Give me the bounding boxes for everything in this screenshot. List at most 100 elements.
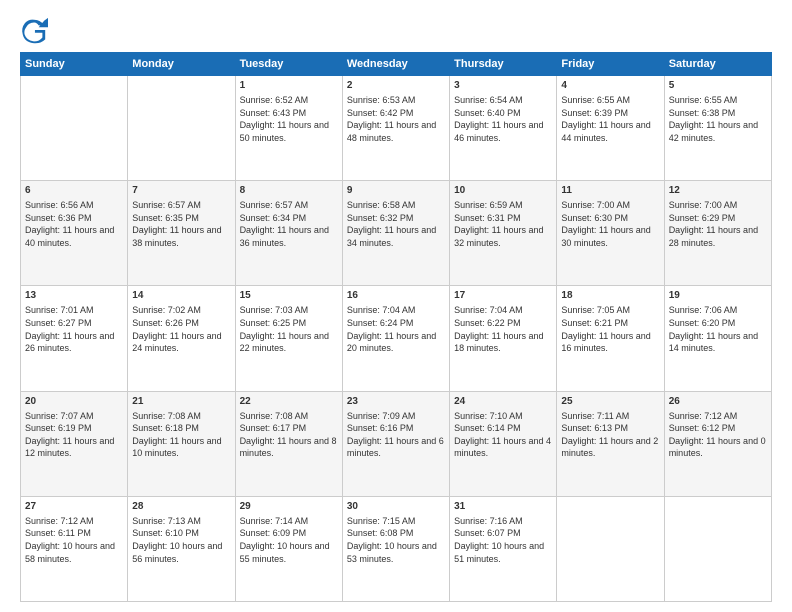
day-number: 18 (561, 289, 659, 303)
day-info: Sunset: 6:36 PM (25, 212, 123, 225)
day-info: Sunrise: 6:55 AM (561, 94, 659, 107)
day-info: Sunset: 6:39 PM (561, 107, 659, 120)
day-number: 30 (347, 500, 445, 514)
day-info: Sunrise: 6:57 AM (240, 199, 338, 212)
day-info: Daylight: 11 hours and 46 minutes. (454, 119, 552, 144)
calendar-cell: 4Sunrise: 6:55 AMSunset: 6:39 PMDaylight… (557, 76, 664, 181)
day-info: Sunrise: 6:54 AM (454, 94, 552, 107)
day-number: 13 (25, 289, 123, 303)
calendar-week-row: 20Sunrise: 7:07 AMSunset: 6:19 PMDayligh… (21, 391, 772, 496)
calendar-cell (664, 496, 771, 601)
day-info: Sunrise: 7:14 AM (240, 515, 338, 528)
day-info: Sunset: 6:43 PM (240, 107, 338, 120)
header (20, 16, 772, 44)
day-info: Daylight: 11 hours and 12 minutes. (25, 435, 123, 460)
day-number: 8 (240, 184, 338, 198)
day-info: Sunrise: 7:13 AM (132, 515, 230, 528)
day-info: Sunrise: 7:11 AM (561, 410, 659, 423)
day-number: 28 (132, 500, 230, 514)
day-number: 17 (454, 289, 552, 303)
calendar-week-row: 13Sunrise: 7:01 AMSunset: 6:27 PMDayligh… (21, 286, 772, 391)
day-info: Sunset: 6:42 PM (347, 107, 445, 120)
day-info: Daylight: 11 hours and 44 minutes. (561, 119, 659, 144)
day-info: Sunset: 6:29 PM (669, 212, 767, 225)
calendar-cell: 8Sunrise: 6:57 AMSunset: 6:34 PMDaylight… (235, 181, 342, 286)
day-number: 6 (25, 184, 123, 198)
calendar-cell: 2Sunrise: 6:53 AMSunset: 6:42 PMDaylight… (342, 76, 449, 181)
day-number: 31 (454, 500, 552, 514)
day-info: Sunrise: 7:02 AM (132, 304, 230, 317)
day-info: Sunrise: 7:12 AM (25, 515, 123, 528)
day-number: 15 (240, 289, 338, 303)
day-number: 3 (454, 79, 552, 93)
calendar-cell: 30Sunrise: 7:15 AMSunset: 6:08 PMDayligh… (342, 496, 449, 601)
day-info: Sunset: 6:25 PM (240, 317, 338, 330)
day-info: Sunset: 6:07 PM (454, 527, 552, 540)
calendar-cell: 16Sunrise: 7:04 AMSunset: 6:24 PMDayligh… (342, 286, 449, 391)
day-info: Sunset: 6:22 PM (454, 317, 552, 330)
day-info: Daylight: 11 hours and 16 minutes. (561, 330, 659, 355)
day-info: Daylight: 11 hours and 2 minutes. (561, 435, 659, 460)
day-info: Sunset: 6:31 PM (454, 212, 552, 225)
day-info: Sunrise: 7:00 AM (561, 199, 659, 212)
day-info: Sunrise: 7:04 AM (347, 304, 445, 317)
day-info: Sunrise: 7:10 AM (454, 410, 552, 423)
day-number: 1 (240, 79, 338, 93)
day-number: 5 (669, 79, 767, 93)
day-info: Sunset: 6:17 PM (240, 422, 338, 435)
day-info: Sunrise: 6:56 AM (25, 199, 123, 212)
calendar-cell (21, 76, 128, 181)
day-info: Daylight: 10 hours and 53 minutes. (347, 540, 445, 565)
day-info: Daylight: 11 hours and 50 minutes. (240, 119, 338, 144)
day-info: Daylight: 11 hours and 30 minutes. (561, 224, 659, 249)
day-number: 12 (669, 184, 767, 198)
calendar-cell: 26Sunrise: 7:12 AMSunset: 6:12 PMDayligh… (664, 391, 771, 496)
day-info: Sunrise: 7:12 AM (669, 410, 767, 423)
day-info: Sunset: 6:19 PM (25, 422, 123, 435)
calendar-cell: 20Sunrise: 7:07 AMSunset: 6:19 PMDayligh… (21, 391, 128, 496)
day-number: 21 (132, 395, 230, 409)
weekday-header-monday: Monday (128, 53, 235, 76)
day-info: Sunset: 6:12 PM (669, 422, 767, 435)
day-info: Daylight: 10 hours and 55 minutes. (240, 540, 338, 565)
weekday-header-saturday: Saturday (664, 53, 771, 76)
day-info: Sunset: 6:13 PM (561, 422, 659, 435)
calendar-cell: 22Sunrise: 7:08 AMSunset: 6:17 PMDayligh… (235, 391, 342, 496)
day-info: Daylight: 11 hours and 14 minutes. (669, 330, 767, 355)
calendar-cell: 19Sunrise: 7:06 AMSunset: 6:20 PMDayligh… (664, 286, 771, 391)
calendar-cell: 1Sunrise: 6:52 AMSunset: 6:43 PMDaylight… (235, 76, 342, 181)
day-info: Sunrise: 6:59 AM (454, 199, 552, 212)
calendar-cell: 27Sunrise: 7:12 AMSunset: 6:11 PMDayligh… (21, 496, 128, 601)
day-info: Sunset: 6:08 PM (347, 527, 445, 540)
day-info: Sunrise: 7:04 AM (454, 304, 552, 317)
calendar-table: SundayMondayTuesdayWednesdayThursdayFrid… (20, 52, 772, 602)
day-info: Sunrise: 7:01 AM (25, 304, 123, 317)
day-number: 27 (25, 500, 123, 514)
day-number: 24 (454, 395, 552, 409)
day-number: 29 (240, 500, 338, 514)
day-info: Daylight: 11 hours and 34 minutes. (347, 224, 445, 249)
day-info: Daylight: 11 hours and 28 minutes. (669, 224, 767, 249)
day-info: Sunset: 6:34 PM (240, 212, 338, 225)
day-number: 2 (347, 79, 445, 93)
calendar-cell: 13Sunrise: 7:01 AMSunset: 6:27 PMDayligh… (21, 286, 128, 391)
day-info: Sunset: 6:18 PM (132, 422, 230, 435)
calendar-week-row: 27Sunrise: 7:12 AMSunset: 6:11 PMDayligh… (21, 496, 772, 601)
calendar-cell: 18Sunrise: 7:05 AMSunset: 6:21 PMDayligh… (557, 286, 664, 391)
day-info: Sunrise: 7:09 AM (347, 410, 445, 423)
page: SundayMondayTuesdayWednesdayThursdayFrid… (0, 0, 792, 612)
day-number: 9 (347, 184, 445, 198)
calendar-cell: 9Sunrise: 6:58 AMSunset: 6:32 PMDaylight… (342, 181, 449, 286)
day-info: Daylight: 11 hours and 20 minutes. (347, 330, 445, 355)
calendar-cell: 28Sunrise: 7:13 AMSunset: 6:10 PMDayligh… (128, 496, 235, 601)
day-info: Daylight: 10 hours and 58 minutes. (25, 540, 123, 565)
day-info: Sunset: 6:35 PM (132, 212, 230, 225)
calendar-cell: 6Sunrise: 6:56 AMSunset: 6:36 PMDaylight… (21, 181, 128, 286)
weekday-header-sunday: Sunday (21, 53, 128, 76)
day-number: 7 (132, 184, 230, 198)
day-number: 26 (669, 395, 767, 409)
calendar-cell (128, 76, 235, 181)
calendar-cell: 5Sunrise: 6:55 AMSunset: 6:38 PMDaylight… (664, 76, 771, 181)
day-info: Sunrise: 6:52 AM (240, 94, 338, 107)
day-info: Sunrise: 7:08 AM (240, 410, 338, 423)
